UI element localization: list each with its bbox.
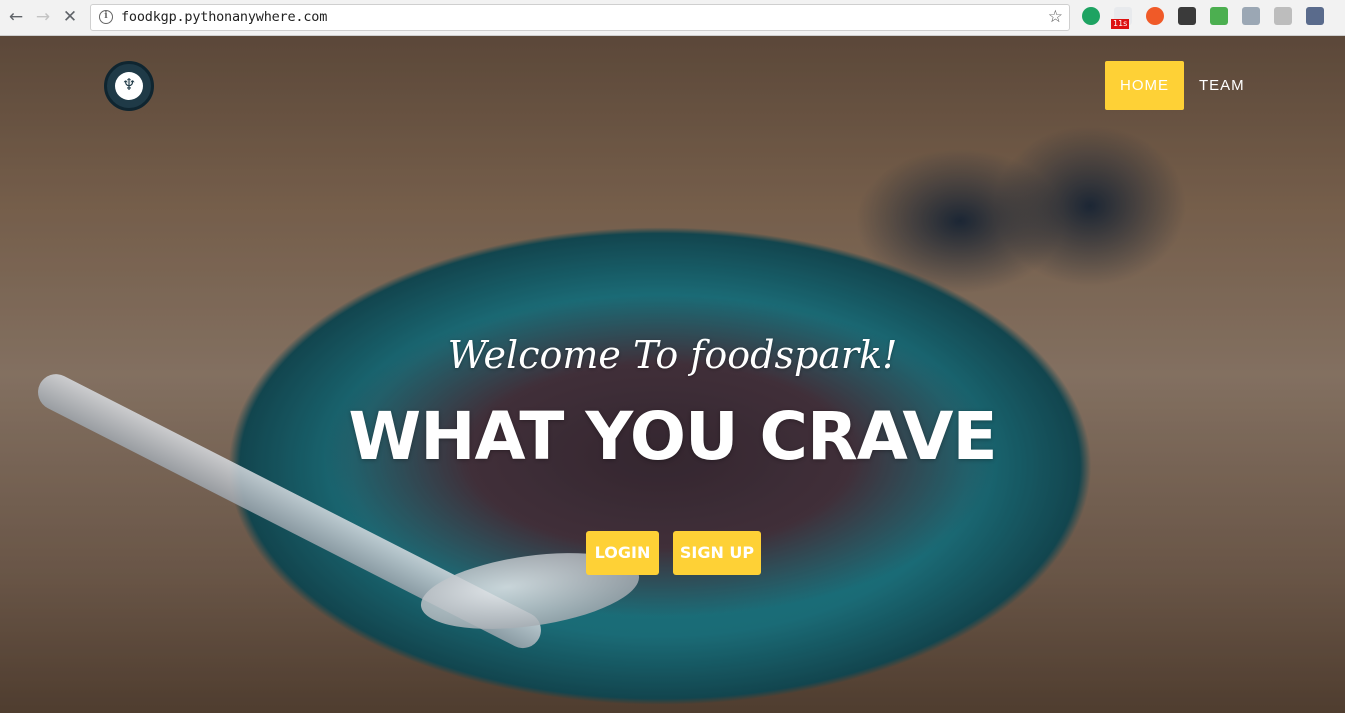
hero-headline: WHAT YOU CRAVE	[348, 398, 997, 475]
info-icon[interactable]: i	[99, 10, 113, 24]
download-icon[interactable]	[1242, 7, 1260, 25]
signup-button[interactable]: SIGN UP	[673, 531, 761, 575]
site-logo[interactable]: ♆	[104, 61, 154, 111]
download-icon[interactable]	[1210, 7, 1228, 25]
bookmark-star-icon[interactable]: ☆	[1048, 7, 1063, 27]
address-bar[interactable]: i foodkgp.pythonanywhere.com ☆	[90, 4, 1070, 31]
extension-icon[interactable]	[1274, 7, 1292, 25]
eyedropper-icon[interactable]	[1306, 7, 1324, 25]
extension-icon[interactable]	[1082, 7, 1100, 25]
back-icon[interactable]: ←	[5, 6, 27, 28]
nav-team-link[interactable]: TEAM	[1199, 61, 1245, 110]
forward-icon[interactable]: →	[32, 6, 54, 28]
nav-home-link[interactable]: HOME	[1105, 61, 1184, 110]
fork-spoon-icon: ♆	[121, 75, 137, 94]
logo-inner: ♆	[115, 72, 143, 100]
extension-badge: 11s	[1111, 19, 1130, 29]
url-text[interactable]: foodkgp.pythonanywhere.com	[121, 9, 327, 25]
hero-subtitle: Welcome To foodspark!	[447, 333, 898, 377]
stop-icon[interactable]: ✕	[59, 6, 81, 28]
browser-toolbar: ← → ✕ i foodkgp.pythonanywhere.com ☆ 11s	[0, 0, 1345, 36]
extension-icon[interactable]	[1146, 7, 1164, 25]
login-button[interactable]: LOGIN	[586, 531, 659, 575]
extension-icon[interactable]	[1178, 7, 1196, 25]
